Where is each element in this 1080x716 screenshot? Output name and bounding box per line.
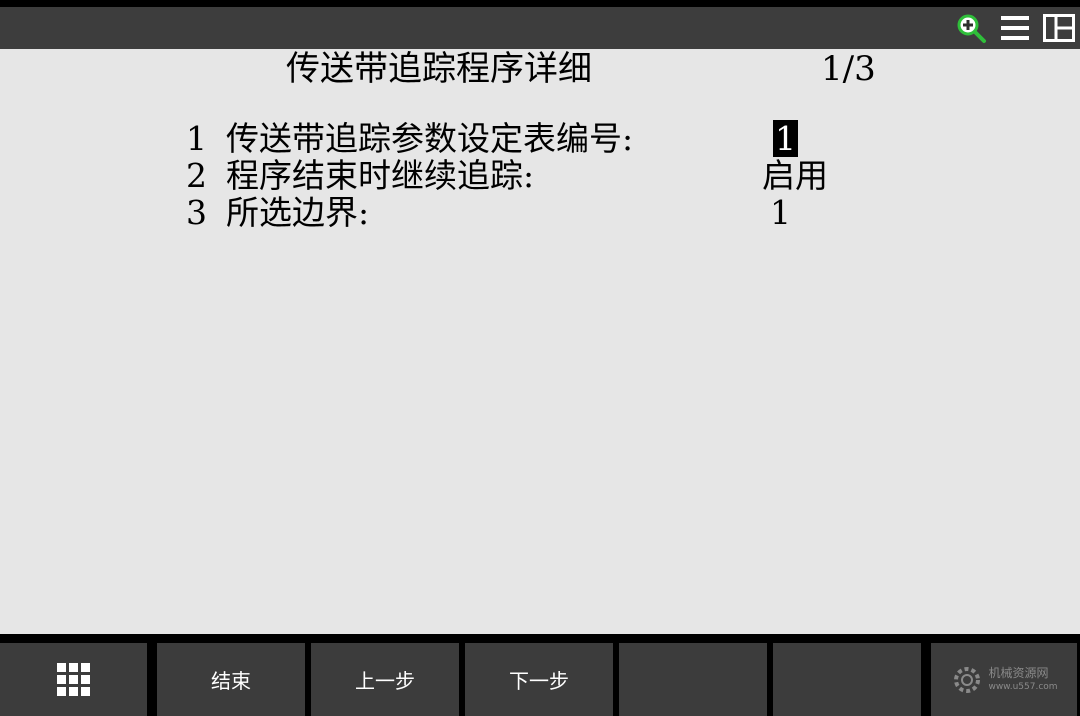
item-number: 3 [186, 193, 207, 232]
softkey-bar: 结束 上一步 下一步 机械资源网 www.u557.com [0, 634, 1080, 716]
top-status-bar [0, 7, 1080, 49]
list-item[interactable]: 2 程序结束时继续追踪: [186, 157, 534, 194]
item-number: 1 [186, 119, 207, 158]
grid-menu-icon [56, 662, 90, 696]
item-label: 所选边界: [226, 193, 370, 232]
page-title: 传送带追踪程序详细 [286, 49, 592, 89]
menu-icon[interactable] [998, 11, 1032, 45]
softkey-f5-button[interactable] [773, 643, 921, 716]
main-menu-button[interactable] [0, 643, 147, 716]
item-label: 传送带追踪参数设定表编号: [226, 119, 634, 158]
continue-tracking-value[interactable]: 启用 [762, 157, 828, 194]
detail-panel: 传送带追踪程序详细 1/3 1 传送带追踪参数设定表编号: 1 2 程序结束时继续追… [0, 49, 1080, 634]
page-indicator: 1/3 [821, 49, 876, 89]
list-item[interactable]: 1 传送带追踪参数设定表编号: [186, 120, 633, 157]
watermark-url: www.u557.com [988, 681, 1058, 692]
previous-step-button[interactable]: 上一步 [311, 643, 459, 716]
gear-icon [954, 666, 981, 693]
conveyor-table-number-value[interactable]: 1 [773, 120, 798, 157]
item-number: 2 [186, 156, 207, 195]
softkey-f4-button[interactable] [619, 643, 767, 716]
softkey-f6-button[interactable]: 机械资源网 www.u557.com [931, 643, 1077, 716]
item-label: 程序结束时继续追踪: [226, 156, 535, 195]
zoom-in-icon[interactable] [954, 11, 988, 45]
selected-boundary-value[interactable]: 1 [770, 194, 791, 231]
split-view-icon[interactable] [1042, 11, 1076, 45]
teach-pendant-screen: 传送带追踪程序详细 1/3 1 传送带追踪参数设定表编号: 1 2 程序结束时继续追… [0, 0, 1080, 716]
top-icon-group [954, 11, 1076, 45]
list-item[interactable]: 3 所选边界: [186, 194, 369, 231]
watermark-logo: 机械资源网 www.u557.com [950, 663, 1058, 697]
next-step-button[interactable]: 下一步 [465, 643, 613, 716]
end-button[interactable]: 结束 [157, 643, 305, 716]
watermark-title: 机械资源网 [988, 665, 1049, 680]
